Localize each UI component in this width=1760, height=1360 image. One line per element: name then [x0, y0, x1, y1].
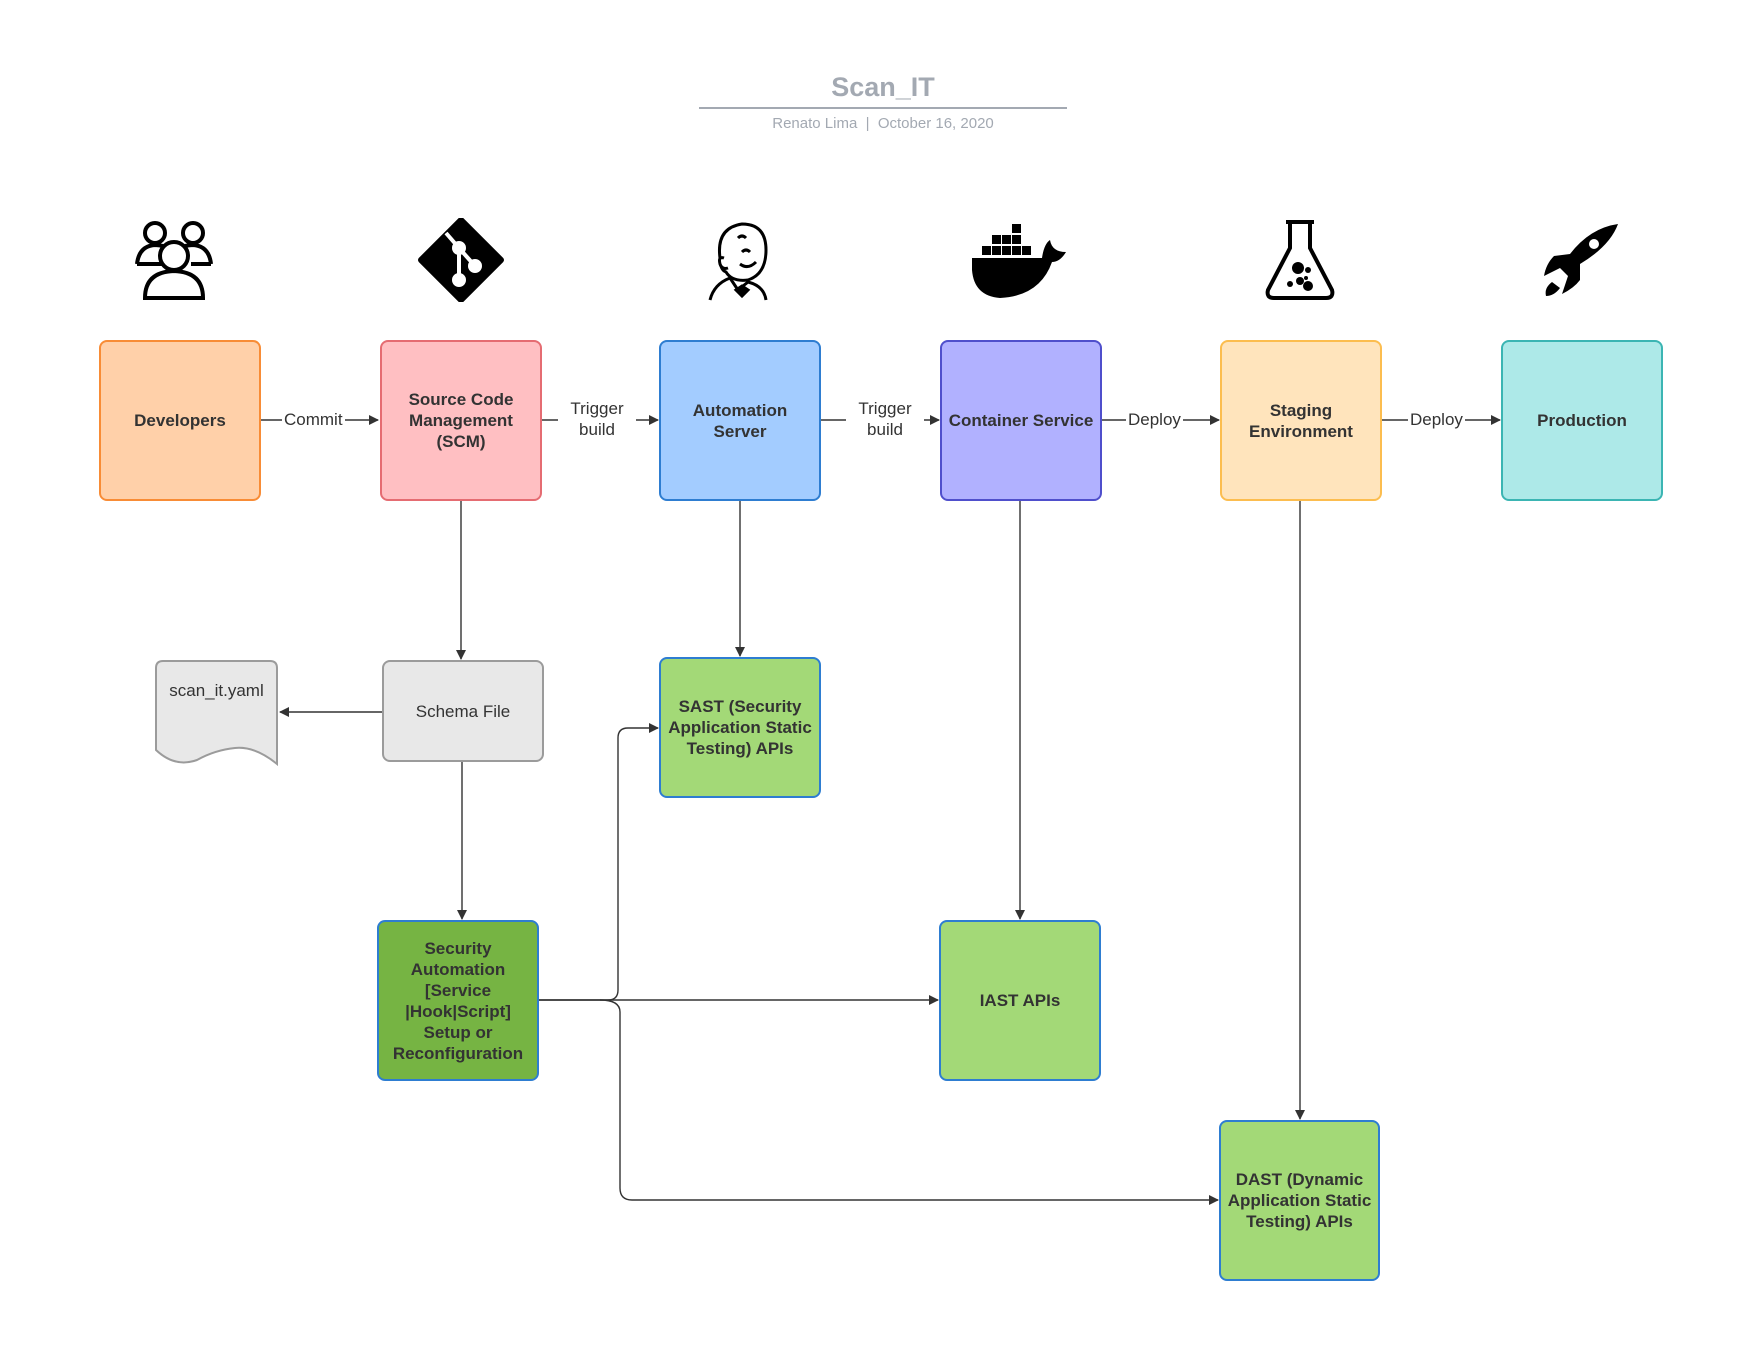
docker-icon	[972, 224, 1066, 298]
edge-label-deploy-2: Deploy	[1408, 409, 1465, 430]
edge-label-commit: Commit	[282, 409, 345, 430]
flask-icon	[1265, 220, 1335, 300]
node-developers[interactable]: Developers	[99, 340, 261, 501]
node-security-automation[interactable]: Security Automation [Service |Hook|Scrip…	[377, 920, 539, 1081]
users-icon	[135, 221, 213, 300]
edge-label-deploy-1: Deploy	[1126, 409, 1183, 430]
node-automation-server[interactable]: Automation Server	[659, 340, 821, 501]
node-scm[interactable]: Source Code Management (SCM)	[380, 340, 542, 501]
edge-security-to-sast	[538, 723, 659, 1001]
node-production[interactable]: Production	[1501, 340, 1663, 501]
yaml-document-label: scan_it.yaml	[169, 681, 264, 700]
node-sast-apis[interactable]: SAST (Security Application Static Testin…	[659, 657, 821, 798]
node-container-service[interactable]: Container Service	[940, 340, 1102, 501]
edge-label-trigger-build-2: Trigger build	[846, 398, 924, 440]
node-dast-apis[interactable]: DAST (Dynamic Application Static Testing…	[1219, 1120, 1380, 1281]
git-icon	[418, 218, 504, 302]
node-iast-apis[interactable]: IAST APIs	[939, 920, 1101, 1081]
node-schema-file[interactable]: Schema File	[382, 660, 544, 762]
rocket-icon	[1544, 224, 1618, 296]
node-yaml-document[interactable]	[155, 660, 278, 766]
edge-label-trigger-build-1: Trigger build	[558, 398, 636, 440]
jenkins-icon	[708, 222, 768, 301]
node-staging-environment[interactable]: Staging Environment	[1220, 340, 1382, 501]
edge-security-to-dast	[599, 999, 1219, 1205]
